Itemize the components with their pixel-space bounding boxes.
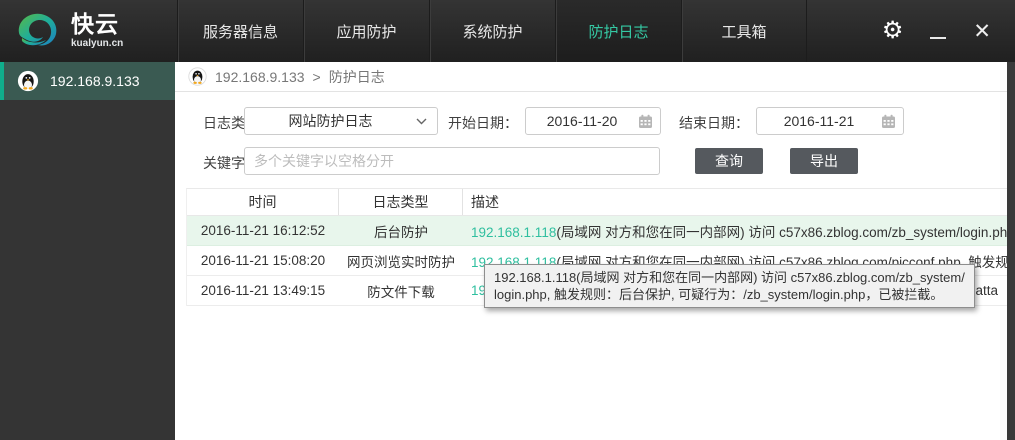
start-date-input[interactable]: 2016-11-20	[525, 107, 661, 135]
table-row[interactable]: 2016-11-21 16:12:52 后台防护 192.168.1.118(局域网…	[187, 216, 1007, 246]
breadcrumb-page: 防护日志	[328, 68, 385, 85]
linux-penguin-icon	[17, 70, 39, 92]
logo-text: 快云 kualyun.cn	[71, 13, 123, 49]
nav-tab-server-info[interactable]: 服务器信息	[177, 0, 303, 62]
breadcrumb-server[interactable]: 192.168.9.133	[215, 69, 305, 85]
cell-log-type: 网页浏览实时防护	[347, 254, 455, 270]
settings-gear-icon[interactable]: ⚙	[882, 19, 904, 43]
sidebar-server-label: 192.168.9.133	[50, 73, 140, 89]
export-button[interactable]: 导出	[790, 148, 858, 174]
topbar: 快云 kualyun.cn 服务器信息 应用防护 系统防护 防护日志 工具箱 ⚙ ✕	[0, 0, 1015, 62]
table-header-row: 时间 日志类型 描述	[187, 189, 1007, 216]
description-text: (局域网 对方和您在同一内部网) 访问 c57x86.zblog.com/zb_…	[556, 224, 1007, 240]
column-header: 时间	[187, 189, 339, 215]
minimize-icon[interactable]	[930, 37, 947, 39]
nav-tab-app-protect[interactable]: 应用防护	[303, 0, 429, 62]
start-date-label: 开始日期：	[448, 115, 518, 131]
calendar-icon[interactable]	[638, 114, 660, 129]
cell-log-type: 防文件下载	[367, 284, 435, 300]
main-panel: 192.168.9.133 > 防护日志 日志类型： 网站防护日志 开始日期： …	[175, 62, 1015, 440]
linux-penguin-icon	[188, 67, 207, 86]
end-date-label: 结束日期：	[679, 115, 749, 131]
log-type-value: 网站防护日志	[288, 113, 373, 129]
kuaiyun-swirl-logo-icon	[16, 10, 62, 52]
chevron-down-icon	[416, 118, 437, 125]
column-header: 描述	[471, 194, 499, 210]
ip-link[interactable]: 192.168.1.118	[471, 225, 556, 240]
end-date-value: 2016-11-21	[783, 113, 855, 129]
window-controls: ⚙ ✕	[882, 0, 1015, 62]
window-right-edge	[1007, 62, 1015, 440]
cell-time: 2016-11-21 16:12:52	[200, 223, 326, 238]
nav-tab-protect-log[interactable]: 防护日志	[555, 0, 681, 62]
app-window: 快云 kualyun.cn 服务器信息 应用防护 系统防护 防护日志 工具箱 ⚙ ✕	[0, 0, 1015, 440]
calendar-icon[interactable]	[881, 114, 903, 129]
cell-description: 192.168.1.118(局域网 对方和您在同一内部网) 访问 c57x86.…	[463, 221, 1007, 241]
logo-title: 快云	[71, 11, 119, 37]
breadcrumb: 192.168.9.133 > 防护日志	[175, 62, 1015, 92]
nav-tab-toolbox[interactable]: 工具箱	[681, 0, 807, 62]
log-detail-tooltip: 192.168.1.118(局域网 对方和您在同一内部网) 访问 c57x86.…	[484, 264, 975, 308]
close-icon[interactable]: ✕	[973, 19, 991, 44]
column-header: 日志类型	[339, 189, 463, 215]
nav-tab-system-protect[interactable]: 系统防护	[429, 0, 555, 62]
keyword-input[interactable]	[244, 147, 660, 175]
breadcrumb-separator: >	[312, 68, 321, 85]
logo-domain: kualyun.cn	[71, 38, 124, 49]
cell-log-type: 后台防护	[374, 224, 428, 240]
log-type-select[interactable]: 网站防护日志	[244, 107, 438, 135]
sidebar-item-server[interactable]: 192.168.9.133	[0, 62, 175, 100]
cell-time: 2016-11-21 15:08:20	[200, 253, 326, 268]
topbar-nav: 服务器信息 应用防护 系统防护 防护日志 工具箱	[177, 0, 807, 62]
tooltip-line-1: 192.168.1.118(局域网 对方和您在同一内部网) 访问 c57x86.…	[494, 270, 965, 285]
sidebar: 192.168.9.133	[0, 62, 175, 440]
logo: 快云 kualyun.cn	[0, 0, 177, 62]
end-date-input[interactable]: 2016-11-21	[756, 107, 904, 135]
start-date-value: 2016-11-20	[546, 113, 618, 129]
query-button[interactable]: 查询	[695, 148, 763, 174]
tooltip-line-2: login.php, 触发规则：后台保护, 可疑行为：/zb_system/lo…	[494, 287, 944, 302]
cell-time: 2016-11-21 13:49:15	[200, 283, 326, 298]
